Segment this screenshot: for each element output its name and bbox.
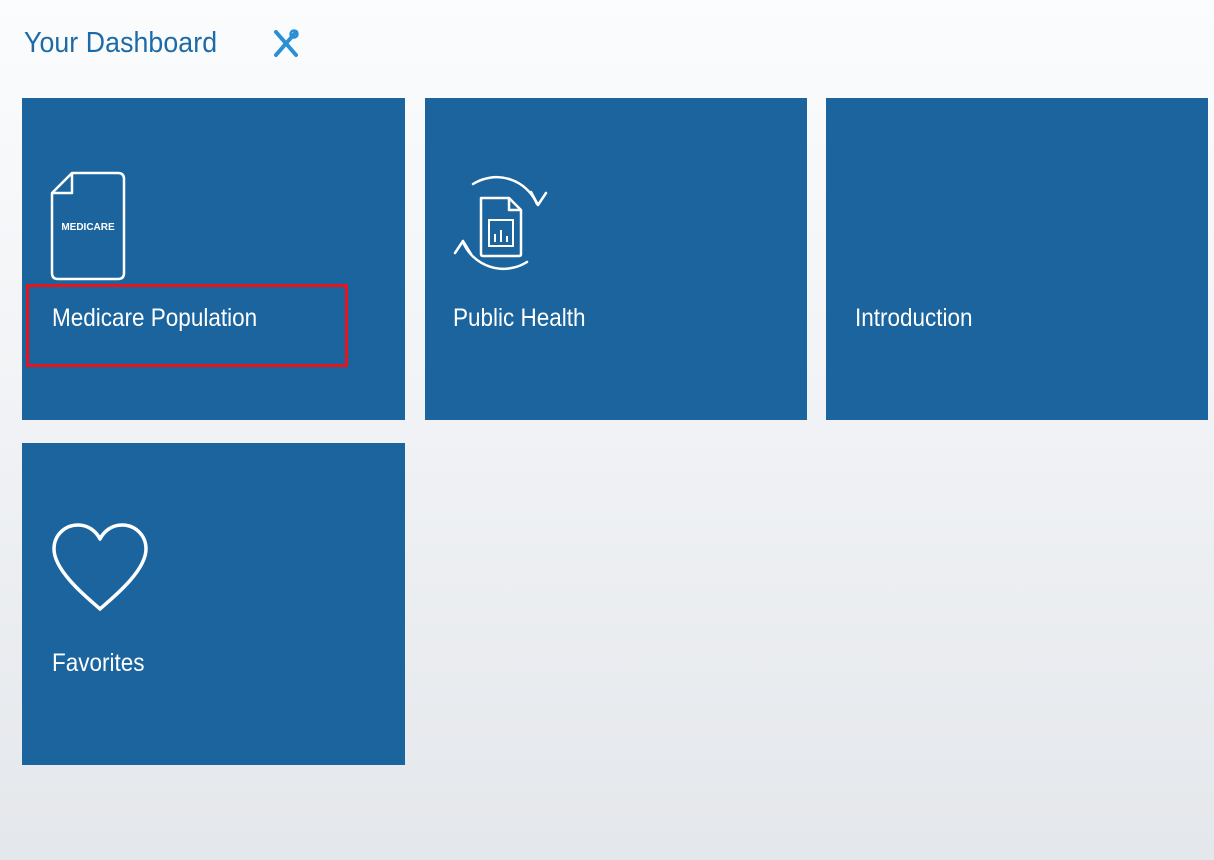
medicare-icon-text: MEDICARE xyxy=(61,222,115,233)
tile-medicare-population[interactable]: MEDICARE Medicare Population xyxy=(22,98,405,420)
heart-icon xyxy=(52,523,148,611)
tile-favorites[interactable]: Favorites xyxy=(22,443,405,765)
tile-label: Medicare Population xyxy=(52,304,258,332)
page-title: Your Dashboard xyxy=(24,26,218,59)
customize-dashboard-button[interactable] xyxy=(269,26,303,60)
tile-public-health[interactable]: Public Health xyxy=(425,98,807,420)
tile-label: Favorites xyxy=(52,649,145,677)
tile-introduction[interactable]: Introduction xyxy=(826,98,1208,420)
tile-label: Introduction xyxy=(855,304,973,332)
tools-cross-icon xyxy=(274,29,299,57)
tile-label: Public Health xyxy=(453,304,586,332)
medicare-document-icon: MEDICARE xyxy=(50,171,126,281)
report-refresh-icon xyxy=(453,176,548,270)
dashboard-header: Your Dashboard xyxy=(24,22,299,64)
